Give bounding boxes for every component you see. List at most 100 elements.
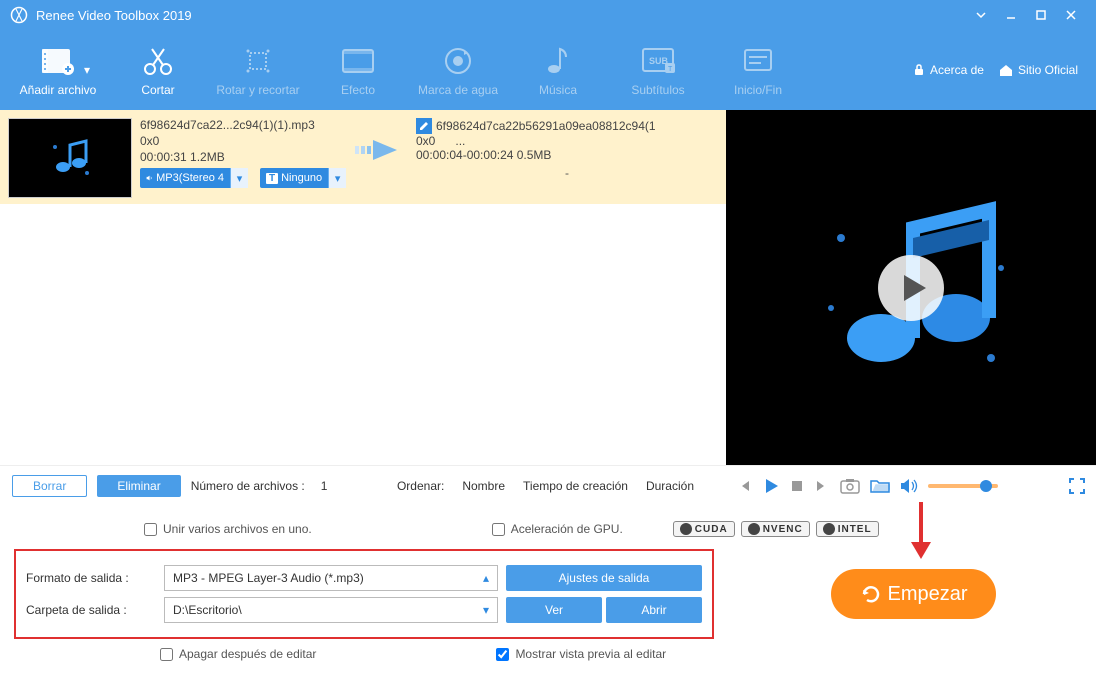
format-label: Formato de salida :	[26, 571, 156, 585]
source-filename: 6f98624d7ca22...2c94(1)(1).mp3	[140, 118, 340, 132]
intro-label: Inicio/Fin	[734, 83, 782, 97]
intro-icon	[708, 43, 808, 79]
file-count-label: Número de archivos :	[191, 479, 305, 493]
music-icon	[508, 43, 608, 79]
cut-label: Cortar	[141, 83, 174, 97]
about-link[interactable]: Acerca de	[912, 63, 984, 77]
volume-slider[interactable]	[928, 484, 998, 488]
next-button[interactable]	[814, 478, 830, 494]
file-count-value: 1	[321, 479, 328, 493]
app-logo-icon	[10, 6, 28, 24]
effect-label: Efecto	[341, 83, 375, 97]
output-settings-box: Formato de salida : MP3 - MPEG Layer-3 A…	[14, 549, 714, 639]
rotate-icon	[208, 43, 308, 79]
sort-by-time[interactable]: Tiempo de creación	[523, 479, 628, 493]
dest-meta: 00:00:04-00:00:24 0.5MB	[416, 148, 718, 162]
intel-badge: INTEL	[816, 521, 879, 537]
minimize-button[interactable]	[996, 0, 1026, 30]
add-file-label: Añadir archivo	[20, 83, 97, 97]
volume-button[interactable]	[900, 478, 918, 494]
open-folder-button[interactable]	[870, 478, 890, 494]
subtitle-selector[interactable]: TNinguno ▾	[260, 168, 346, 188]
scissors-icon	[108, 43, 208, 79]
delete-button[interactable]: Eliminar	[97, 475, 180, 497]
preview-checkbox[interactable]: Mostrar vista previa al editar	[496, 647, 666, 661]
source-dimensions: 0x0	[140, 134, 340, 148]
subtitles-button: SUBT Subtítulos	[608, 37, 708, 103]
titlebar: Renee Video Toolbox 2019	[0, 0, 1096, 30]
preview-panel	[726, 110, 1096, 465]
effect-button: Efecto	[308, 37, 408, 103]
about-label: Acerca de	[930, 63, 984, 77]
play-overlay-icon[interactable]	[876, 253, 946, 323]
preview-video[interactable]	[726, 110, 1096, 465]
shutdown-checkbox[interactable]: Apagar después de editar	[160, 647, 316, 661]
output-format-select[interactable]: MP3 - MPEG Layer-3 Audio (*.mp3) ▴	[164, 565, 498, 591]
fullscreen-button[interactable]	[1068, 477, 1086, 495]
folder-label: Carpeta de salida :	[26, 603, 156, 617]
snapshot-button[interactable]	[840, 478, 860, 494]
file-thumbnail	[8, 118, 132, 198]
file-row[interactable]: 6f98624d7ca22...2c94(1)(1).mp3 0x0 00:00…	[0, 110, 726, 204]
cut-button[interactable]: Cortar	[108, 37, 208, 103]
watermark-button: Marca de agua	[408, 37, 508, 103]
output-folder-select[interactable]: D:\Escritorio\ ▾	[164, 597, 498, 623]
start-button[interactable]: Empezar	[831, 569, 996, 619]
home-icon	[998, 63, 1014, 77]
source-info: 6f98624d7ca22...2c94(1)(1).mp3 0x0 00:00…	[140, 118, 340, 198]
open-button[interactable]: Abrir	[606, 597, 702, 623]
chevron-down-icon: ▾	[84, 63, 90, 77]
about-links: Acerca de Sitio Oficial	[912, 63, 1088, 77]
official-label: Sitio Oficial	[1018, 63, 1078, 77]
audio-format-selector[interactable]: MP3(Stereo 4 ▾	[140, 168, 248, 188]
dest-filename: 6f98624d7ca22b56291a09ea08812c94(1	[436, 119, 656, 133]
output-settings-button[interactable]: Ajustes de salida	[506, 565, 702, 591]
clear-button[interactable]: Borrar	[12, 475, 87, 497]
close-button[interactable]	[1056, 0, 1086, 30]
rotate-label: Rotar y recortar	[216, 83, 299, 97]
dropdown-button[interactable]	[966, 0, 996, 30]
rotate-button: Rotar y recortar	[208, 37, 308, 103]
edit-icon[interactable]	[416, 118, 432, 134]
file-list: 6f98624d7ca22...2c94(1)(1).mp3 0x0 00:00…	[0, 110, 726, 465]
chevron-up-icon: ▴	[483, 571, 489, 585]
text-icon: T	[266, 173, 278, 184]
stop-button[interactable]	[790, 479, 804, 493]
maximize-button[interactable]	[1026, 0, 1056, 30]
start-label: Empezar	[887, 583, 967, 606]
chevron-down-icon[interactable]: ▾	[328, 168, 346, 188]
nvenc-badge: NVENC	[741, 521, 810, 537]
merge-checkbox[interactable]: Unir varios archivos en uno.	[144, 522, 312, 536]
sort-by-duration[interactable]: Duración	[646, 479, 694, 493]
chevron-down-icon[interactable]: ▾	[230, 168, 248, 188]
gpu-badges: CUDA NVENC INTEL	[673, 521, 879, 537]
watermark-icon	[408, 43, 508, 79]
music-button: Música	[508, 37, 608, 103]
dash-placeholder: -	[416, 166, 718, 180]
svg-text:T: T	[668, 66, 673, 73]
view-button[interactable]: Ver	[506, 597, 602, 623]
destination-info: 6f98624d7ca22b56291a09ea08812c94(1 0x0..…	[416, 118, 718, 198]
cuda-badge: CUDA	[673, 521, 735, 537]
effect-icon	[308, 43, 408, 79]
source-meta: 00:00:31 1.2MB	[140, 150, 340, 164]
play-button[interactable]	[762, 477, 780, 495]
add-file-icon	[8, 43, 108, 79]
sort-by-name[interactable]: Nombre	[462, 479, 505, 493]
add-file-button[interactable]: ▾ Añadir archivo	[8, 37, 108, 103]
prev-button[interactable]	[736, 478, 752, 494]
lock-icon	[912, 63, 926, 77]
gpu-checkbox[interactable]: Aceleración de GPU.	[492, 522, 623, 536]
music-label: Música	[539, 83, 577, 97]
refresh-icon	[859, 582, 883, 606]
subtitles-icon: SUBT	[608, 43, 708, 79]
official-site-link[interactable]: Sitio Oficial	[998, 63, 1078, 77]
dest-dimensions: 0x0	[416, 134, 435, 148]
intro-button: Inicio/Fin	[708, 37, 808, 103]
list-footer: Borrar Eliminar Número de archivos : 1 O…	[0, 465, 726, 505]
main-toolbar: ▾ Añadir archivo Cortar Rotar y recortar…	[0, 30, 1096, 110]
speaker-icon	[146, 173, 153, 183]
watermark-label: Marca de agua	[418, 83, 498, 97]
annotation-arrow-icon	[906, 497, 936, 567]
arrow-icon	[348, 118, 408, 198]
